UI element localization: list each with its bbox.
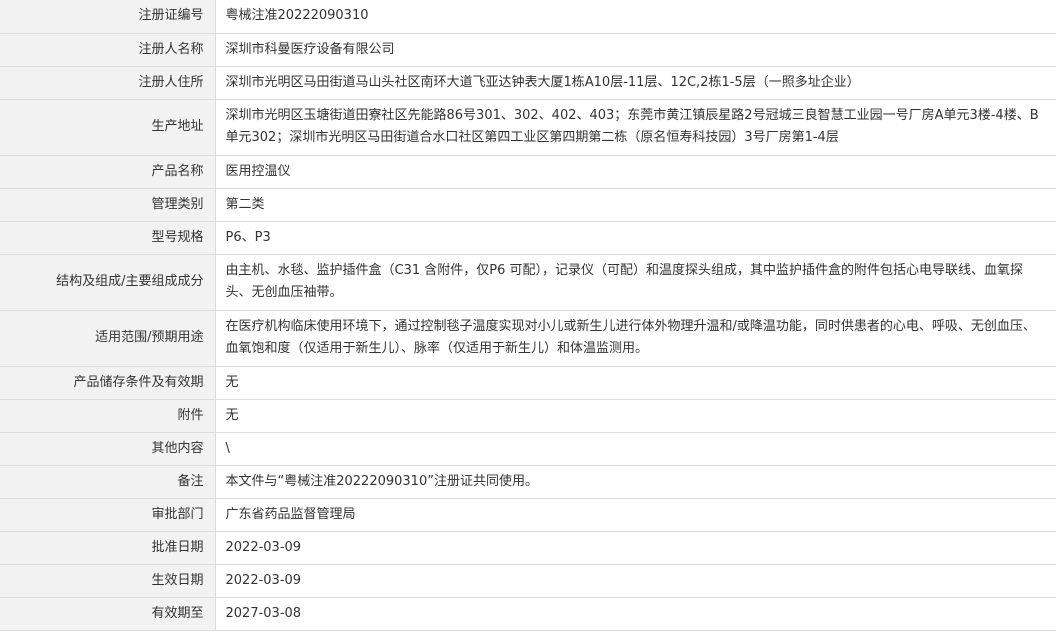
field-label: 备注 — [0, 464, 216, 499]
field-value: 深圳市光明区玉塘街道田寮社区先能路86号301、302、402、403；东莞市黄… — [215, 98, 1056, 156]
field-label: 注册人住所 — [0, 65, 216, 100]
row-intended-use: 适用范围/预期用途 在医疗机构临床使用环境下，通过控制毯子温度实现对小儿或新生儿… — [0, 309, 1056, 367]
field-label: 注册人名称 — [0, 32, 216, 67]
field-value: 深圳市科曼医疗设备有限公司 — [215, 32, 1056, 67]
field-value: 粤械注准20222090310 — [215, 0, 1056, 34]
row-production-address: 生产地址 深圳市光明区玉塘街道田寮社区先能路86号301、302、402、403… — [0, 98, 1056, 156]
field-value: 在医疗机构临床使用环境下，通过控制毯子温度实现对小儿或新生儿进行体外物理升温和/… — [215, 309, 1056, 367]
row-attachments: 附件 无 — [0, 398, 1056, 433]
field-value: 医用控温仪 — [215, 154, 1056, 189]
row-effective-date: 生效日期 2022-03-09 — [0, 563, 1056, 598]
field-value: 本文件与“粤械注准20222090310”注册证共同使用。 — [215, 464, 1056, 499]
field-value: 深圳市光明区马田街道马山头社区南环大道飞亚达钟表大厦1栋A10层-11层、12C… — [215, 65, 1056, 100]
field-label: 生效日期 — [0, 563, 216, 598]
field-label: 注册证编号 — [0, 0, 216, 34]
field-label: 产品储存条件及有效期 — [0, 365, 216, 400]
field-value: 无 — [215, 365, 1056, 400]
row-structure-composition: 结构及组成/主要组成成分 由主机、水毯、监护插件盒（C31 含附件，仅P6 可配… — [0, 253, 1056, 311]
field-label: 其他内容 — [0, 431, 216, 466]
field-value: \ — [215, 431, 1056, 466]
field-value: 2022-03-09 — [215, 530, 1056, 565]
row-registration-number: 注册证编号 粤械注准20222090310 — [0, 0, 1056, 34]
field-label: 审批部门 — [0, 497, 216, 532]
row-storage-validity: 产品储存条件及有效期 无 — [0, 365, 1056, 400]
row-remarks: 备注 本文件与“粤械注准20222090310”注册证共同使用。 — [0, 464, 1056, 499]
field-value: 广东省药品监督管理局 — [215, 497, 1056, 532]
row-product-name: 产品名称 医用控温仪 — [0, 154, 1056, 189]
row-approval-department: 审批部门 广东省药品监督管理局 — [0, 497, 1056, 532]
row-other-content: 其他内容 \ — [0, 431, 1056, 466]
row-registrant-name: 注册人名称 深圳市科曼医疗设备有限公司 — [0, 32, 1056, 67]
field-value: 无 — [215, 398, 1056, 433]
field-value: 第二类 — [215, 187, 1056, 222]
field-label: 批准日期 — [0, 530, 216, 565]
field-label: 生产地址 — [0, 98, 216, 156]
row-management-category: 管理类别 第二类 — [0, 187, 1056, 222]
field-label: 适用范围/预期用途 — [0, 309, 216, 367]
registration-record-table: 注册证编号 粤械注准20222090310 注册人名称 深圳市科曼医疗设备有限公… — [0, 0, 1056, 631]
field-value: 2027-03-08 — [215, 596, 1056, 631]
row-expiry-date: 有效期至 2027-03-08 — [0, 596, 1056, 631]
field-label: 管理类别 — [0, 187, 216, 222]
field-label: 产品名称 — [0, 154, 216, 189]
field-value: 由主机、水毯、监护插件盒（C31 含附件，仅P6 可配），记录仪（可配）和温度探… — [215, 253, 1056, 311]
row-registrant-address: 注册人住所 深圳市光明区马田街道马山头社区南环大道飞亚达钟表大厦1栋A10层-1… — [0, 65, 1056, 100]
field-value: P6、P3 — [215, 220, 1056, 255]
field-label: 附件 — [0, 398, 216, 433]
field-label: 有效期至 — [0, 596, 216, 631]
field-value: 2022-03-09 — [215, 563, 1056, 598]
field-label: 型号规格 — [0, 220, 216, 255]
row-model-spec: 型号规格 P6、P3 — [0, 220, 1056, 255]
row-approval-date: 批准日期 2022-03-09 — [0, 530, 1056, 565]
field-label: 结构及组成/主要组成成分 — [0, 253, 216, 311]
